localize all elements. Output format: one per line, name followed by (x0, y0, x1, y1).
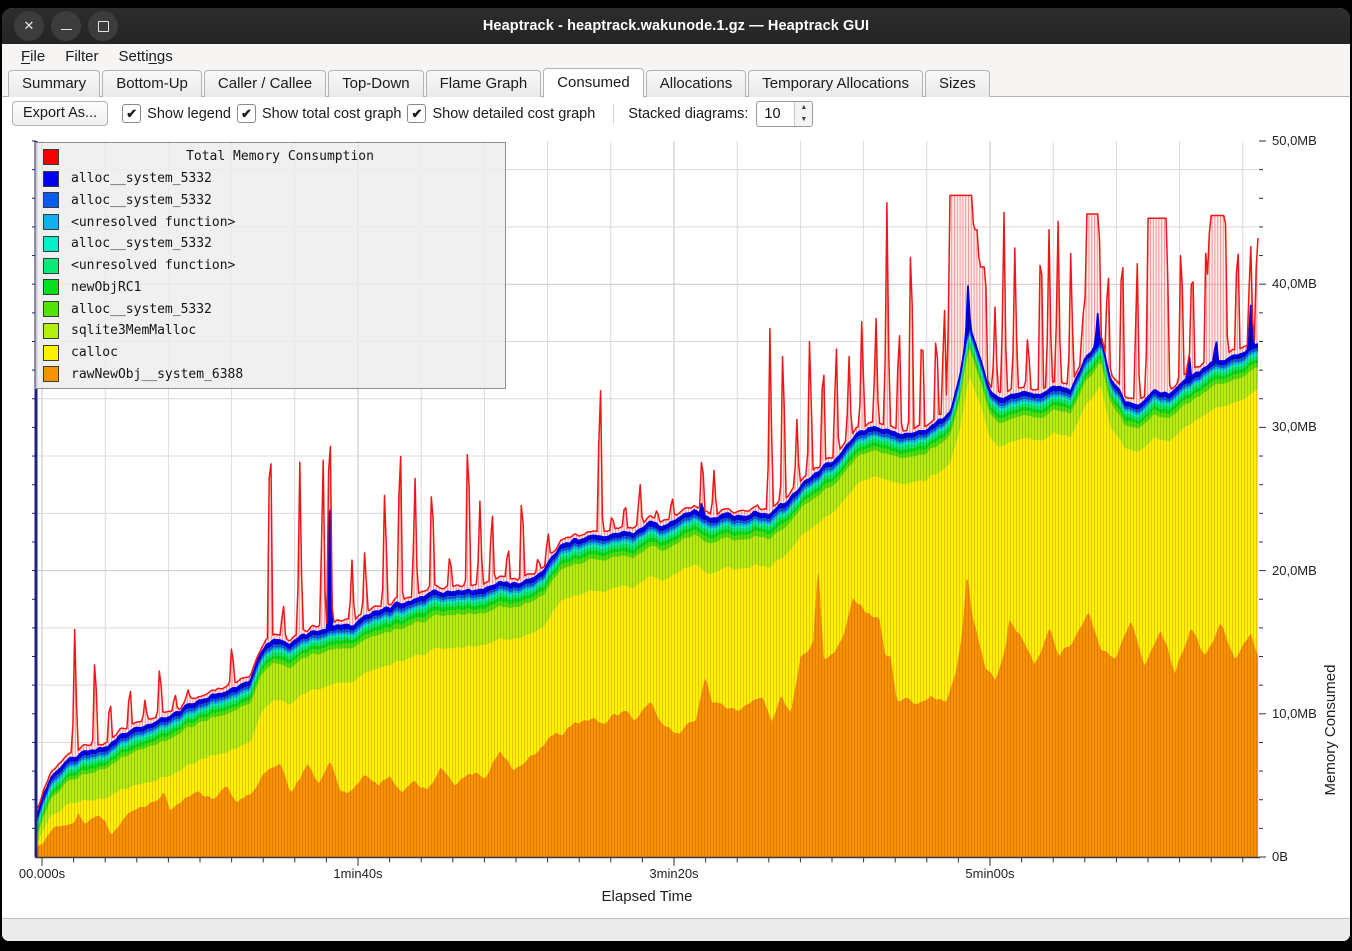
checkbox-label: Show legend (147, 106, 231, 122)
y-axis-tick-label: 0B (1272, 849, 1288, 864)
menu-bar: FileFilterSettings (2, 44, 1350, 68)
tab-consumed[interactable]: Consumed (543, 68, 644, 98)
tab-temporary-allocations[interactable]: Temporary Allocations (748, 70, 923, 97)
tab-allocations[interactable]: Allocations (646, 70, 747, 97)
tab-bottom-up[interactable]: Bottom-Up (102, 70, 202, 97)
stacked-diagrams-spinner[interactable]: 10 ▲ ▼ (756, 101, 813, 127)
legend-swatch (43, 366, 59, 382)
chart-pane: Total Memory Consumption alloc__system_53… (2, 130, 1350, 918)
legend-swatch (43, 214, 59, 230)
y-axis-tick-label: 50,0MB (1272, 133, 1317, 148)
status-bar (2, 918, 1350, 941)
y-axis-tick-label: 40,0MB (1272, 276, 1317, 291)
title-bar[interactable]: ✕ Heaptrack - heaptrack.wakunode.1.gz — … (2, 8, 1350, 44)
menu-filter[interactable]: Filter (56, 47, 107, 66)
menu-settings[interactable]: Settings (110, 47, 182, 66)
spinner-up-button[interactable]: ▲ (795, 102, 812, 114)
legend-item: newObjRC1 (40, 277, 501, 297)
x-axis-tick-label: 1min40s (308, 866, 408, 881)
legend-label: <unresolved function> (71, 215, 235, 230)
y-axis-tick-label: 10,0MB (1272, 706, 1317, 721)
legend-swatch (43, 171, 59, 187)
legend-title-row: Total Memory Consumption (40, 147, 501, 167)
legend-label: sqlite3MemMalloc (71, 323, 196, 338)
legend-item: <unresolved function> (40, 212, 501, 232)
checkbox-show-total-cost-graph[interactable]: ✔ Show total cost graph (237, 104, 401, 123)
checkmark-icon: ✔ (122, 104, 141, 123)
y-axis-tick-label: 20,0MB (1272, 563, 1317, 578)
tab-sizes[interactable]: Sizes (925, 70, 990, 97)
stacked-diagrams-value[interactable]: 10 (757, 102, 794, 126)
window-title: Heaptrack - heaptrack.wakunode.1.gz — He… (483, 18, 869, 34)
close-button[interactable]: ✕ (14, 11, 44, 41)
legend-title: Total Memory Consumption (59, 149, 501, 164)
legend-label: alloc__system_5332 (71, 236, 212, 251)
legend-swatch (43, 236, 59, 252)
legend-item: alloc__system_5332 (40, 190, 501, 210)
y-axis-tick-label: 30,0MB (1272, 419, 1317, 434)
tab-flame-graph[interactable]: Flame Graph (426, 70, 542, 97)
x-axis-tick-label: 5min00s (940, 866, 1040, 881)
legend-swatch (43, 323, 59, 339)
tab-caller-callee[interactable]: Caller / Callee (204, 70, 326, 97)
legend-label: rawNewObj__system_6388 (71, 367, 243, 382)
legend-swatch (43, 345, 59, 361)
y-axis-title: Memory Consumed (1322, 590, 1339, 870)
spinner-down-button[interactable]: ▼ (795, 114, 812, 126)
tab-summary[interactable]: Summary (8, 70, 100, 97)
minimize-button[interactable] (51, 11, 81, 41)
toolbar-separator (613, 104, 614, 124)
legend-label: alloc__system_5332 (71, 302, 212, 317)
legend-label: newObjRC1 (71, 280, 141, 295)
minimize-icon (61, 29, 72, 30)
stacked-diagrams-label: Stacked diagrams: (628, 106, 748, 122)
toolbar: Export As... ✔ Show legend ✔ Show total cos… (2, 97, 1350, 130)
export-as-button[interactable]: Export As... (12, 101, 108, 126)
legend-item: alloc__system_5332 (40, 234, 501, 254)
close-icon: ✕ (24, 18, 35, 34)
chart-legend: Total Memory Consumption alloc__system_53… (35, 142, 506, 389)
checkbox-label: Show total cost graph (262, 106, 401, 122)
x-axis-tick-label: 00.000s (2, 866, 92, 881)
checkbox-show-detailed-cost-graph[interactable]: ✔ Show detailed cost graph (407, 104, 595, 123)
legend-swatch (43, 301, 59, 317)
legend-swatch (43, 258, 59, 274)
legend-swatch (43, 192, 59, 208)
legend-swatch-total (43, 149, 59, 165)
legend-label: <unresolved function> (71, 258, 235, 273)
maximize-icon (98, 21, 109, 32)
checkbox-label: Show detailed cost graph (432, 106, 595, 122)
menu-file[interactable]: File (12, 47, 54, 66)
legend-item: sqlite3MemMalloc (40, 321, 501, 341)
checkmark-icon: ✔ (237, 104, 256, 123)
heaptrack-window: ✕ Heaptrack - heaptrack.wakunode.1.gz — … (2, 8, 1350, 941)
x-axis-tick-label: 3min20s (624, 866, 724, 881)
legend-label: alloc__system_5332 (71, 193, 212, 208)
legend-label: calloc (71, 345, 118, 360)
checkbox-show-legend[interactable]: ✔ Show legend (122, 104, 231, 123)
legend-item: alloc__system_5332 (40, 299, 501, 319)
legend-item: calloc (40, 343, 501, 363)
tab-top-down[interactable]: Top-Down (328, 70, 424, 97)
maximize-button[interactable] (88, 11, 118, 41)
legend-item: rawNewObj__system_6388 (40, 364, 501, 384)
legend-item: alloc__system_5332 (40, 169, 501, 189)
checkmark-icon: ✔ (407, 104, 426, 123)
x-axis-title: Elapsed Time (2, 888, 1292, 905)
tab-bar: SummaryBottom-UpCaller / CalleeTop-DownF… (2, 68, 1350, 97)
legend-item: <unresolved function> (40, 256, 501, 276)
legend-swatch (43, 279, 59, 295)
legend-label: alloc__system_5332 (71, 171, 212, 186)
